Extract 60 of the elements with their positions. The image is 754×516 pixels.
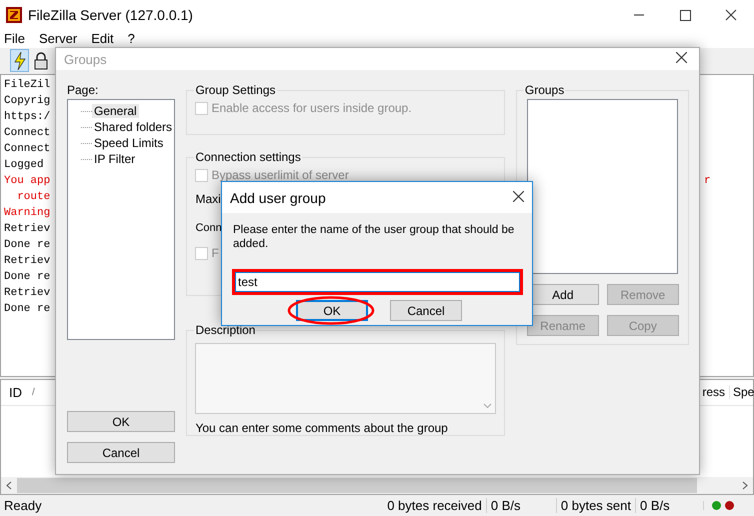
log-line: Copyrig bbox=[4, 94, 50, 107]
log-line: Connect bbox=[4, 126, 50, 139]
field-label: Maxi bbox=[195, 192, 221, 206]
status-text: 0 B/s bbox=[486, 498, 556, 514]
column-header[interactable]: Spe bbox=[729, 385, 753, 400]
log-line: Retriev bbox=[4, 254, 50, 267]
section-title: Group Settings bbox=[194, 83, 276, 97]
menu-item[interactable]: Server bbox=[38, 31, 78, 46]
checkbox-label: F bbox=[211, 246, 219, 260]
menu-item[interactable]: File bbox=[4, 31, 25, 46]
log-line: Done re bbox=[4, 302, 50, 315]
cancel-button[interactable]: Cancel bbox=[67, 442, 175, 463]
log-line: You app bbox=[4, 174, 50, 187]
log-line: FileZil bbox=[4, 78, 50, 91]
close-icon[interactable] bbox=[676, 52, 687, 63]
cancel-button[interactable]: Cancel bbox=[390, 300, 462, 321]
ok-button[interactable]: OK bbox=[67, 411, 175, 432]
menu-item[interactable]: ? bbox=[128, 31, 135, 46]
description-hint: You can enter some comments about the group bbox=[195, 421, 448, 435]
status-text: 0 bytes received bbox=[386, 498, 483, 514]
field-label: Conn bbox=[195, 222, 222, 234]
menu-item[interactable]: Edit bbox=[91, 31, 114, 46]
log-line: Warning bbox=[4, 206, 50, 219]
section-title: Groups bbox=[524, 83, 566, 97]
status-text: 0 B/s bbox=[635, 498, 703, 514]
dialog-message: Please enter the name of the user group that should be added. bbox=[233, 223, 516, 252]
groups-list[interactable] bbox=[526, 99, 678, 274]
section-title: Connection settings bbox=[194, 150, 302, 164]
log-line: route bbox=[16, 190, 50, 203]
app-logo-icon bbox=[6, 7, 22, 23]
dialog-title: Add user group bbox=[230, 190, 327, 206]
log-line: Retriev bbox=[4, 286, 50, 299]
log-line: Retriev bbox=[4, 222, 50, 235]
checkbox-label: Bypass userlimit of server bbox=[211, 168, 349, 182]
section-title: Description bbox=[194, 323, 256, 337]
checkbox-label: Enable access for users inside group. bbox=[211, 101, 412, 115]
status-text: Ready bbox=[3, 498, 43, 514]
window-title: FileZilla Server (127.0.0.1) bbox=[28, 7, 194, 23]
log-line: Done re bbox=[4, 270, 50, 283]
log-line: Logged bbox=[4, 158, 44, 171]
status-text: 0 bytes sent bbox=[556, 498, 635, 514]
group-name-field[interactable]: test bbox=[232, 269, 523, 295]
tree-item[interactable]: Speed Limits bbox=[92, 136, 166, 150]
log-line: Done re bbox=[4, 238, 50, 251]
log-line: https:/ bbox=[4, 110, 50, 123]
column-header[interactable]: ID bbox=[9, 384, 22, 400]
log-line: Connect bbox=[4, 142, 50, 155]
log-line: r bbox=[704, 174, 711, 189]
lightning-button[interactable] bbox=[10, 49, 29, 72]
close-icon[interactable] bbox=[513, 190, 524, 202]
horizontal-scrollbar[interactable] bbox=[1, 477, 753, 494]
tree-item[interactable]: Shared folders bbox=[92, 120, 174, 134]
tree-item[interactable]: General bbox=[92, 104, 139, 118]
page-label: Page: bbox=[67, 83, 98, 97]
sort-mark: / bbox=[32, 386, 35, 398]
column-header[interactable]: ress bbox=[702, 385, 725, 400]
ok-button[interactable]: OK bbox=[296, 300, 368, 321]
description-field[interactable] bbox=[195, 343, 496, 414]
tree-item[interactable]: IP Filter bbox=[92, 152, 138, 166]
dialog-title: Groups bbox=[64, 52, 108, 66]
